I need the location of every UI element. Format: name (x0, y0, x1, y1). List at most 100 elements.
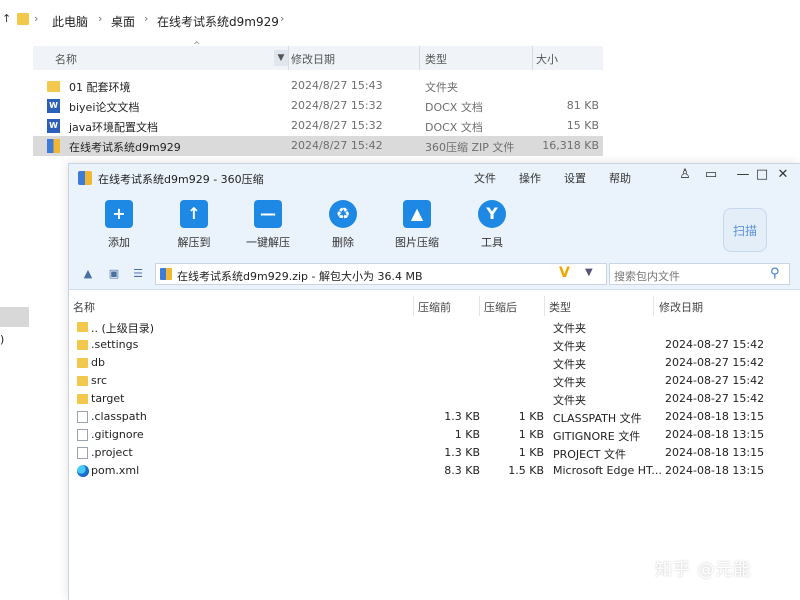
file-type: 文件夹 (425, 81, 458, 94)
entry-date: 2024-08-18 13:15 (665, 464, 765, 477)
entry-type: 文件夹 (553, 322, 586, 335)
file-row[interactable]: W biyei论文文档 2024/8/27 15:32 DOCX 文档 81 K… (33, 96, 603, 116)
chevron-right-icon[interactable]: › (34, 12, 38, 25)
sidebar-selected-item[interactable] (0, 307, 29, 327)
entry-date: 2024-08-27 15:42 (665, 338, 765, 351)
chevron-right-icon[interactable]: › (144, 12, 148, 25)
search-placeholder: 搜索包内文件 (614, 270, 680, 283)
column-divider[interactable] (532, 46, 533, 70)
chevron-down-icon[interactable]: ▼ (585, 267, 593, 278)
archive-row[interactable]: pom.xml 8.3 KB 1.5 KB Microsoft Edge HT.… (69, 462, 800, 480)
sort-ascending-icon: ^ (193, 41, 201, 51)
toolbar: + 添加 ↑ 解压到 — 一键解压 ♻ 删除 ▲ 图片压缩 Y 工具 扫描 (69, 192, 800, 258)
column-divider[interactable] (288, 46, 289, 70)
column-divider[interactable] (653, 296, 654, 316)
menu-file[interactable]: 文件 (474, 170, 496, 186)
column-date[interactable]: 修改日期 (291, 51, 335, 67)
column-date[interactable]: 修改日期 (659, 299, 703, 315)
search-input[interactable]: 搜索包内文件 ⚲ (609, 263, 790, 285)
menu-settings[interactable]: 设置 (564, 170, 586, 186)
archive-row[interactable]: .gitignore 1 KB 1 KB GITIGNORE 文件 2024-0… (69, 426, 800, 444)
breadcrumb-current-folder[interactable]: 在线考试系统d9m929 (157, 13, 279, 30)
entry-type: CLASSPATH 文件 (553, 412, 642, 425)
column-size[interactable]: 大小 (536, 51, 558, 67)
file-size: 81 KB (566, 99, 599, 112)
archive-row[interactable]: .settings 文件夹 2024-08-27 15:42 (69, 336, 800, 354)
column-type[interactable]: 类型 (425, 51, 447, 67)
file-date: 2024/8/27 15:32 (291, 119, 383, 132)
entry-before: 8.3 KB (444, 464, 480, 477)
archive-row[interactable]: .project 1.3 KB 1 KB PROJECT 文件 2024-08-… (69, 444, 800, 462)
menu-help[interactable]: 帮助 (609, 170, 631, 186)
shirt-skin-icon[interactable]: ♙ (677, 167, 693, 182)
folder-icon (77, 376, 88, 386)
entry-type: Microsoft Edge HT... (553, 464, 662, 477)
close-icon[interactable]: ✕ (775, 167, 791, 182)
maximize-icon[interactable]: □ (754, 167, 770, 182)
breadcrumb-desktop[interactable]: 桌面 (111, 13, 135, 30)
folder-icon (77, 340, 88, 350)
address-bar[interactable]: ↑ › 此电脑 › 桌面 › 在线考试系统d9m929 › (0, 0, 800, 40)
chevron-down-icon[interactable]: ▼ (274, 50, 288, 66)
entry-after: 1 KB (518, 446, 544, 459)
archive-row[interactable]: db 文件夹 2024-08-27 15:42 (69, 354, 800, 372)
file-row[interactable]: W java环境配置文档 2024/8/27 15:32 DOCX 文档 15 … (33, 116, 603, 136)
image-compress-button[interactable]: ▲ 图片压缩 (382, 198, 452, 254)
column-divider[interactable] (544, 296, 545, 316)
entry-date: 2024-08-18 13:15 (665, 428, 765, 441)
file-type: DOCX 文档 (425, 121, 483, 134)
column-after[interactable]: 压缩后 (484, 299, 517, 315)
image-compress-label: 图片压缩 (395, 236, 439, 249)
file-icon (77, 447, 88, 459)
add-icon: + (105, 200, 133, 228)
up-arrow-icon[interactable]: ↑ (2, 12, 11, 25)
file-row-selected[interactable]: 在线考试系统d9m929 2024/8/27 15:42 360压缩 ZIP 文… (33, 136, 603, 156)
column-name[interactable]: 名称 (55, 51, 77, 67)
extract-to-label: 解压到 (177, 236, 211, 249)
view-mode-icon[interactable]: ▣ (107, 267, 121, 280)
column-type[interactable]: 类型 (549, 299, 571, 315)
tools-button[interactable]: Y 工具 (457, 198, 527, 254)
delete-button[interactable]: ♻ 删除 (308, 198, 378, 254)
extract-icon: ↑ (180, 200, 208, 228)
extract-to-button[interactable]: ↑ 解压到 (159, 198, 229, 254)
go-up-icon[interactable]: ▲ (81, 267, 95, 280)
one-click-extract-button[interactable]: — 一键解压 (233, 198, 303, 254)
column-divider[interactable] (413, 296, 414, 316)
column-header: ^ 名称 ▼ 修改日期 类型 大小 (33, 41, 603, 70)
menu-operation[interactable]: 操作 (519, 170, 541, 186)
archive-row[interactable]: src 文件夹 2024-08-27 15:42 (69, 372, 800, 390)
archive-row[interactable]: .classpath 1.3 KB 1 KB CLASSPATH 文件 2024… (69, 408, 800, 426)
breadcrumb-this-pc[interactable]: 此电脑 (52, 13, 88, 30)
column-divider[interactable] (419, 46, 420, 70)
file-row[interactable]: 01 配套环境 2024/8/27 15:43 文件夹 (33, 76, 603, 96)
menu-icon[interactable]: ▭ (703, 167, 719, 182)
chevron-right-icon[interactable]: › (98, 12, 102, 25)
column-before[interactable]: 压缩前 (418, 299, 451, 315)
list-view-icon[interactable]: ☰ (131, 267, 145, 280)
search-icon[interactable]: ⚲ (770, 266, 780, 281)
entry-name: pom.xml (91, 464, 140, 477)
archive-row[interactable]: .. (上级目录) 文件夹 (69, 318, 800, 336)
entry-type: 文件夹 (553, 340, 586, 353)
entry-name: src (91, 374, 108, 387)
entry-after: 1 KB (518, 428, 544, 441)
add-button[interactable]: + 添加 (84, 198, 154, 254)
minimize-icon[interactable]: — (735, 167, 751, 182)
watermark-text: 知乎 @元能 (655, 560, 752, 580)
column-name[interactable]: 名称 (73, 299, 95, 315)
title-bar[interactable]: 在线考试系统d9m929 - 360压缩 文件 操作 设置 帮助 ♙ ▭ — □… (69, 164, 800, 192)
column-divider[interactable] (479, 296, 480, 316)
entry-type: 文件夹 (553, 358, 586, 371)
v-check-icon[interactable]: V (559, 265, 570, 281)
chevron-right-icon[interactable]: › (280, 12, 284, 25)
folder-icon (77, 322, 88, 332)
archive-path-field[interactable]: 在线考试系统d9m929.zip - 解包大小为 36.4 MB V ▼ (155, 263, 607, 285)
entry-type: 文件夹 (553, 376, 586, 389)
archive-row[interactable]: target 文件夹 2024-08-27 15:42 (69, 390, 800, 408)
entry-before: 1.3 KB (444, 410, 480, 423)
entry-name: .project (91, 446, 133, 459)
edge-browser-icon (77, 465, 89, 477)
scan-button[interactable]: 扫描 (723, 208, 767, 252)
entry-date: 2024-08-27 15:42 (665, 392, 765, 405)
